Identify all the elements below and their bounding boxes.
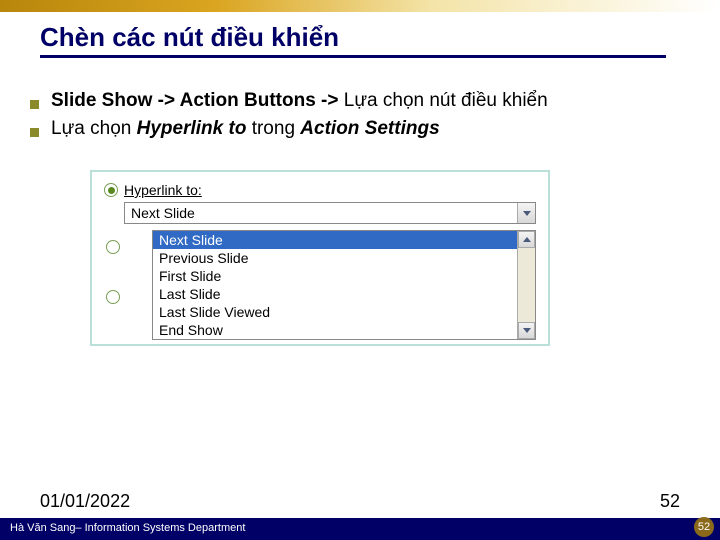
list-item: Lựa chọn Hyperlink to trong Action Setti…: [30, 118, 690, 140]
title-container: Chèn các nút điều khiển: [0, 12, 720, 60]
list-item[interactable]: End Show: [153, 321, 517, 339]
slide-content: Slide Show -> Action Buttons -> Lựa chọn…: [0, 60, 720, 356]
radio-unselected-icon[interactable]: [106, 240, 120, 254]
hyperlink-to-label: Hyperlink to:: [124, 182, 202, 198]
credit-text: Hà Văn Sang– Information Systems Departm…: [10, 522, 245, 534]
bullet-list: Slide Show -> Action Buttons -> Lựa chọn…: [30, 90, 690, 140]
footer-date: 01/01/2022: [40, 491, 130, 512]
list-item[interactable]: Previous Slide: [153, 249, 517, 267]
combo-dropdown-button[interactable]: [517, 203, 535, 223]
listbox-items: Next Slide Previous Slide First Slide La…: [153, 231, 517, 339]
footer-page: 52: [660, 491, 680, 512]
list-item[interactable]: First Slide: [153, 267, 517, 285]
bullet-icon: [30, 128, 39, 137]
bullet-icon: [30, 100, 39, 109]
bullet-text: Slide Show -> Action Buttons -> Lựa chọn…: [51, 90, 548, 112]
combo-value: Next Slide: [125, 203, 517, 223]
list-item[interactable]: Next Slide: [153, 231, 517, 249]
list-item[interactable]: Last Slide Viewed: [153, 303, 517, 321]
chevron-up-icon: [523, 237, 531, 242]
hyperlink-listbox[interactable]: Next Slide Previous Slide First Slide La…: [152, 230, 536, 340]
footer-meta: 01/01/2022 52: [40, 491, 680, 512]
radio-selected-icon[interactable]: [104, 183, 118, 197]
chevron-down-icon: [523, 211, 531, 216]
list-item[interactable]: Last Slide: [153, 285, 517, 303]
bottom-credit-bar: Hà Văn Sang– Information Systems Departm…: [0, 518, 720, 540]
hyperlink-radio-row[interactable]: Hyperlink to:: [104, 182, 536, 198]
bullet-text: Lựa chọn Hyperlink to trong Action Setti…: [51, 118, 440, 140]
list-item: Slide Show -> Action Buttons -> Lựa chọn…: [30, 90, 690, 112]
slide-title: Chèn các nút điều khiển: [40, 22, 666, 58]
chevron-down-icon: [523, 328, 531, 333]
hyperlink-combo[interactable]: Next Slide: [124, 202, 536, 224]
decorative-gradient-bar: [0, 0, 720, 12]
scrollbar[interactable]: [517, 231, 535, 339]
scroll-up-button[interactable]: [518, 231, 535, 248]
radio-unselected-icon[interactable]: [106, 290, 120, 304]
scroll-down-button[interactable]: [518, 322, 535, 339]
slide-number-badge: 52: [694, 517, 714, 537]
action-settings-dialog: Hyperlink to: Next Slide Next Slide Prev…: [90, 170, 550, 346]
